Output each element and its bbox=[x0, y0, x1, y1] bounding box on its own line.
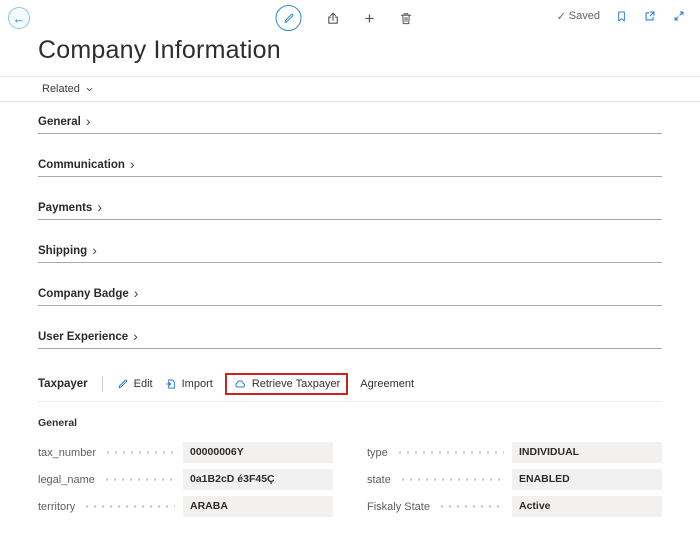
record-actions: + bbox=[276, 5, 414, 31]
dotted-leader bbox=[438, 505, 504, 508]
share-button[interactable] bbox=[326, 11, 341, 26]
chevron-right-icon: › bbox=[130, 159, 135, 170]
tax-number-field[interactable]: 00000006Y bbox=[183, 442, 333, 463]
retrieve-taxpayer-button[interactable]: Retrieve Taxpayer bbox=[233, 378, 340, 390]
highlight-box: Retrieve Taxpayer bbox=[225, 373, 348, 395]
fiskaly-state-field[interactable]: Active bbox=[512, 496, 662, 517]
section-shipping[interactable]: Shipping › bbox=[38, 245, 662, 263]
section-payments[interactable]: Payments › bbox=[38, 202, 662, 220]
save-status-label: Saved bbox=[569, 10, 600, 22]
field-label: state bbox=[367, 474, 391, 486]
import-action-label: Import bbox=[182, 378, 213, 390]
field-label: type bbox=[367, 447, 388, 459]
chevron-right-icon: › bbox=[134, 288, 139, 299]
taxpayer-toolbar: Taxpayer Edit Import bbox=[38, 376, 662, 402]
pencil-icon bbox=[117, 378, 129, 390]
dotted-leader bbox=[399, 478, 504, 481]
taxpayer-part-title: Taxpayer bbox=[38, 378, 88, 390]
dotted-leader bbox=[103, 478, 175, 481]
bookmark-button[interactable] bbox=[615, 10, 628, 23]
section-label: Shipping bbox=[38, 245, 87, 257]
back-button[interactable]: ← bbox=[8, 7, 30, 29]
open-in-window-icon bbox=[643, 9, 657, 23]
page-title: Company Information bbox=[38, 36, 700, 65]
related-menu-label: Related bbox=[42, 83, 80, 95]
field-legal-name: legal_name 0a1B2cD é3F45Ç bbox=[38, 469, 333, 490]
open-in-window-button[interactable] bbox=[643, 9, 657, 23]
field-fiskaly-state: Fiskaly State Active bbox=[367, 496, 662, 517]
delete-button[interactable] bbox=[398, 11, 413, 26]
agreement-button[interactable]: Agreement bbox=[360, 378, 414, 390]
field-type: type INDIVIDUAL bbox=[367, 442, 662, 463]
section-label: Company Badge bbox=[38, 288, 129, 300]
taxpayer-import-button[interactable]: Import bbox=[165, 378, 213, 390]
dotted-leader bbox=[104, 451, 175, 454]
section-label: User Experience bbox=[38, 331, 128, 343]
section-label: Communication bbox=[38, 159, 125, 171]
chevron-right-icon: › bbox=[92, 245, 97, 256]
section-communication[interactable]: Communication › bbox=[38, 159, 662, 177]
related-menu[interactable]: Related bbox=[42, 83, 94, 95]
dotted-leader bbox=[396, 451, 504, 454]
section-company-badge[interactable]: Company Badge › bbox=[38, 288, 662, 306]
trash-icon bbox=[398, 11, 413, 26]
section-label: General bbox=[38, 116, 81, 128]
field-label: territory bbox=[38, 501, 75, 513]
plus-icon: + bbox=[365, 10, 375, 27]
agreement-action-label: Agreement bbox=[360, 378, 414, 390]
page-content: General › Communication › Payments › Shi… bbox=[0, 116, 700, 517]
field-tax-number: tax_number 00000006Y bbox=[38, 442, 333, 463]
dotted-leader bbox=[83, 505, 175, 508]
expand-icon bbox=[672, 9, 686, 23]
save-status: ✓ Saved bbox=[557, 10, 600, 23]
section-user-experience[interactable]: User Experience › bbox=[38, 331, 662, 349]
taxpayer-edit-button[interactable]: Edit bbox=[117, 378, 153, 390]
back-icon: ← bbox=[13, 11, 26, 26]
taxpayer-fields: tax_number 00000006Y type INDIVIDUAL leg… bbox=[38, 442, 662, 517]
retrieve-action-label: Retrieve Taxpayer bbox=[252, 378, 340, 390]
territory-field[interactable]: ARABA bbox=[183, 496, 333, 517]
taxpayer-subheader: General bbox=[38, 417, 662, 429]
toolbar-divider bbox=[102, 376, 103, 392]
menu-bar: Related bbox=[0, 76, 700, 102]
expand-button[interactable] bbox=[672, 9, 686, 23]
chevron-right-icon: › bbox=[86, 116, 91, 127]
section-general[interactable]: General › bbox=[38, 116, 662, 134]
edit-button[interactable] bbox=[276, 5, 302, 31]
field-label: legal_name bbox=[38, 474, 95, 486]
type-field[interactable]: INDIVIDUAL bbox=[512, 442, 662, 463]
chevron-down-icon bbox=[85, 85, 94, 94]
field-state: state ENABLED bbox=[367, 469, 662, 490]
new-record-button[interactable]: + bbox=[365, 10, 375, 27]
document-import-icon bbox=[165, 378, 177, 390]
chevron-right-icon: › bbox=[97, 202, 102, 213]
page-controls: ✓ Saved bbox=[557, 9, 686, 23]
legal-name-field[interactable]: 0a1B2cD é3F45Ç bbox=[183, 469, 333, 490]
check-icon: ✓ bbox=[557, 10, 566, 23]
section-label: Payments bbox=[38, 202, 92, 214]
chevron-right-icon: › bbox=[133, 331, 138, 342]
field-territory: territory ARABA bbox=[38, 496, 333, 517]
state-field[interactable]: ENABLED bbox=[512, 469, 662, 490]
share-icon bbox=[326, 11, 341, 26]
bookmark-icon bbox=[615, 10, 628, 23]
field-label: Fiskaly State bbox=[367, 501, 430, 513]
field-label: tax_number bbox=[38, 447, 96, 459]
edit-action-label: Edit bbox=[134, 378, 153, 390]
cloud-icon bbox=[233, 378, 247, 390]
pencil-icon bbox=[282, 12, 295, 25]
top-action-bar: ← + ✓ Sav bbox=[0, 0, 700, 36]
